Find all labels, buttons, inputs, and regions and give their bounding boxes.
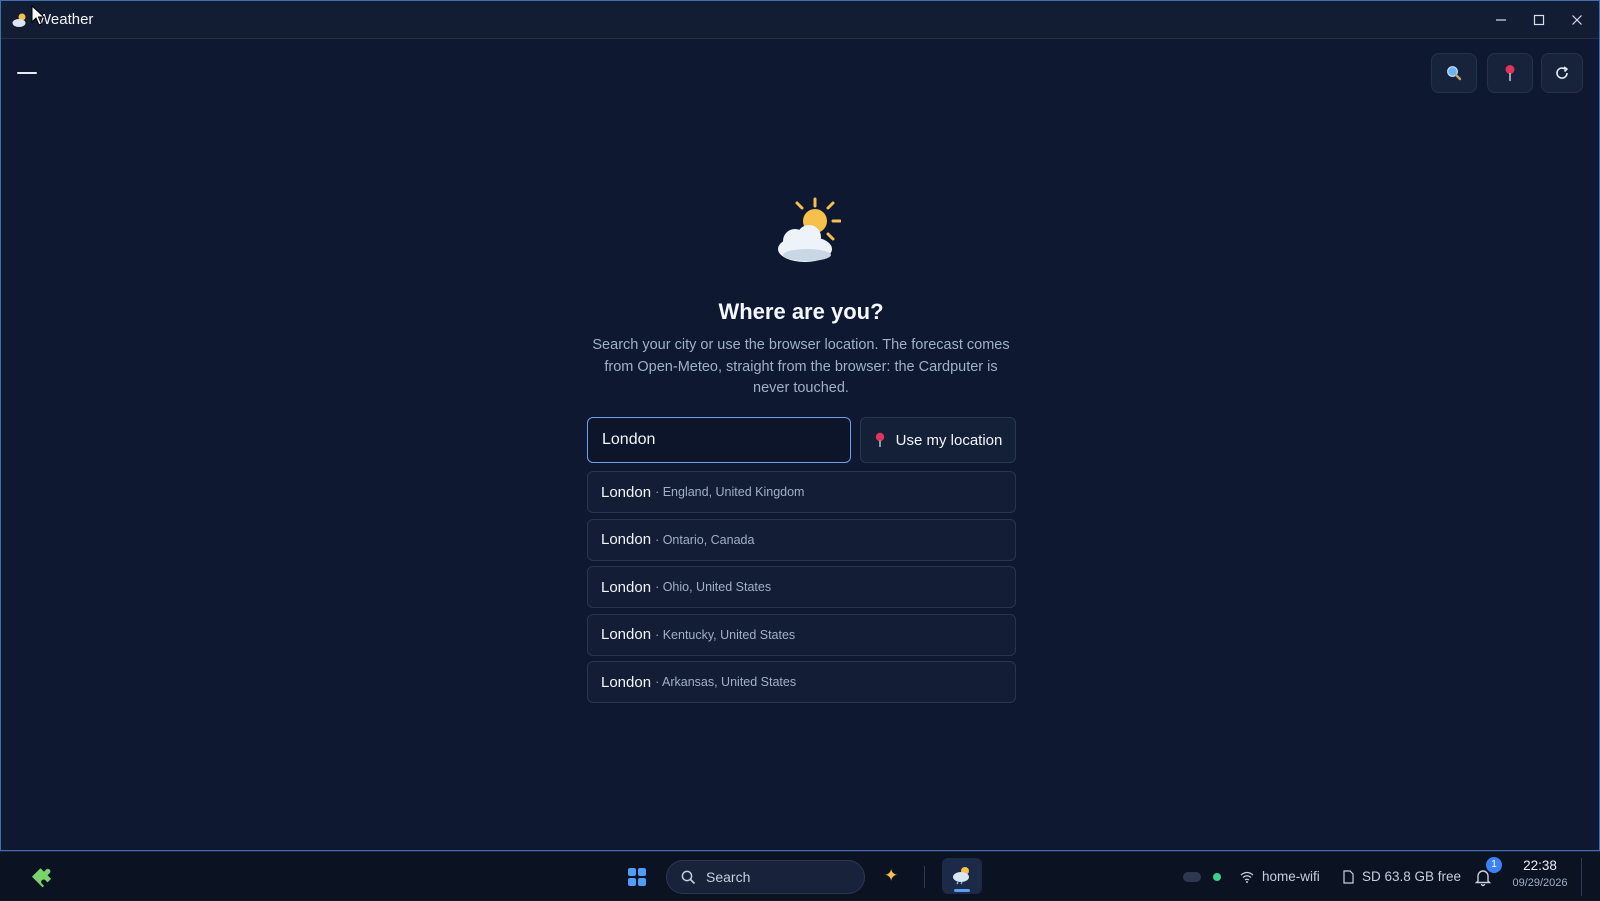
search-result-item[interactable]: London · Ohio, United States — [587, 566, 1016, 608]
search-result-item[interactable]: London · Ontario, Canada — [587, 518, 1016, 561]
clock[interactable]: 22:38 09/29/2026 — [1506, 858, 1574, 889]
minimize-icon — [1496, 19, 1506, 21]
minimize-button[interactable] — [1483, 5, 1519, 35]
city-search-input[interactable] — [587, 417, 851, 463]
close-button[interactable] — [1559, 5, 1595, 35]
tray-toggle[interactable] — [1183, 872, 1201, 882]
close-icon — [1572, 15, 1582, 25]
result-city: London — [601, 483, 652, 501]
mouse-cursor-icon — [31, 5, 45, 26]
pin-icon — [875, 432, 884, 447]
search-result-item[interactable]: London · Kentucky, United States — [587, 613, 1016, 656]
wifi-name: home-wifi — [1262, 869, 1320, 884]
status-dot — [1213, 873, 1221, 881]
wifi-icon — [1240, 871, 1254, 883]
notification-badge: 1 — [1486, 857, 1502, 873]
sun-cloud-icon — [778, 197, 841, 262]
use-my-location-button[interactable]: Use my location — [860, 417, 1016, 463]
weather-window: Weather Where are you? Search your city … — [0, 0, 1600, 851]
location-button[interactable] — [1487, 53, 1533, 93]
result-region: · Kentucky, United States — [655, 627, 796, 642]
window-title: Weather — [37, 11, 94, 28]
sd-card-icon — [1343, 869, 1354, 884]
page-description: Search your city or use the browser loca… — [592, 337, 1010, 396]
taskbar-search[interactable]: Search — [666, 860, 865, 894]
clock-date: 09/29/2026 — [1512, 877, 1568, 889]
maximize-icon — [1533, 14, 1545, 26]
taskbar-weather-app[interactable] — [942, 858, 982, 894]
pin-icon — [1505, 65, 1515, 81]
storage-status[interactable]: SD 63.8 GB free — [1343, 852, 1461, 901]
storage-label: SD 63.8 GB free — [1362, 869, 1462, 884]
maximize-button[interactable] — [1521, 5, 1557, 35]
start-button[interactable] — [628, 868, 646, 886]
puzzle-icon[interactable] — [32, 864, 56, 888]
copilot-sparkle-icon[interactable]: ✦ — [884, 866, 904, 886]
result-city: London — [601, 531, 652, 548]
page-title: Where are you? — [718, 299, 884, 324]
search-result-item[interactable]: London · Arkansas, United States — [587, 661, 1016, 703]
result-region: · Arkansas, United States — [655, 675, 797, 689]
taskbar: Search ✦ home-wifi SD 63.8 GB free 1 22:… — [0, 851, 1600, 900]
search-icon — [1447, 66, 1462, 81]
refresh-icon — [1556, 66, 1568, 79]
search-icon — [681, 870, 696, 884]
search-button[interactable] — [1431, 53, 1477, 93]
taskbar-separator — [924, 866, 925, 888]
weather-app-icon — [12, 13, 26, 27]
menu-button[interactable] — [17, 63, 37, 83]
wifi-status[interactable]: home-wifi — [1240, 852, 1320, 901]
taskbar-search-label: Search — [706, 869, 751, 885]
menu-icon — [17, 72, 37, 74]
result-city: London — [601, 578, 652, 596]
weather-app-icon — [953, 867, 969, 885]
use-my-location-label: Use my location — [895, 431, 1003, 449]
result-region: · England, United Kingdom — [655, 485, 805, 499]
result-region: · Ontario, Canada — [655, 532, 755, 547]
search-results-list: London · England, United Kingdom London … — [587, 471, 1016, 709]
clock-time: 22:38 — [1523, 858, 1557, 873]
start-icon — [628, 868, 636, 876]
show-desktop-divider[interactable] — [1581, 858, 1582, 896]
result-city: London — [601, 626, 652, 643]
active-app-indicator — [954, 889, 970, 892]
refresh-button[interactable] — [1541, 53, 1583, 93]
title-bar[interactable]: Weather — [1, 1, 1599, 39]
result-city: London — [601, 673, 652, 691]
search-result-item[interactable]: London · England, United Kingdom — [587, 471, 1016, 513]
result-region: · Ohio, United States — [655, 580, 772, 594]
